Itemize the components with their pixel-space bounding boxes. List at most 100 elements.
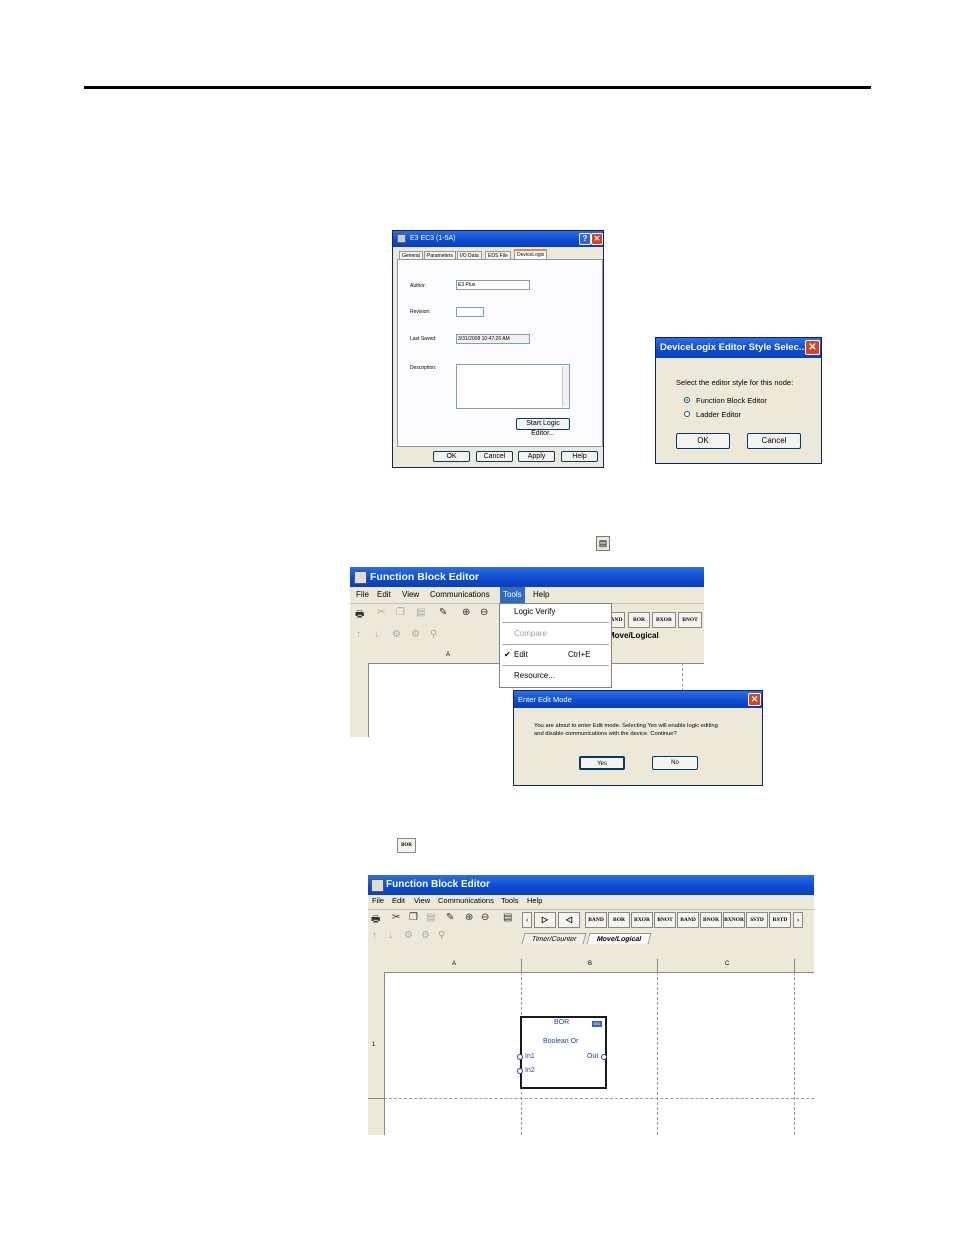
help-button[interactable]: Help [561,451,598,462]
toolbar-band2-button[interactable]: BAND [677,912,699,928]
menu-item-edit[interactable]: Edit [500,650,611,659]
toolbar-bor-button[interactable]: BOR [608,912,630,928]
disable-icon[interactable]: ⚙ [404,930,413,941]
in2-pin[interactable] [517,1068,523,1074]
no-button[interactable]: No [652,756,698,770]
style-cancel-button[interactable]: Cancel [747,433,801,449]
cut-icon[interactable]: ✂ [392,912,400,923]
menu-file[interactable]: File [372,896,384,905]
zoom-out-icon[interactable]: ⊖ [481,912,489,923]
copy-icon[interactable]: ❐ [396,607,405,618]
apply-button[interactable]: Apply [518,451,555,462]
toolbar-bor-button[interactable]: BOR [628,612,650,628]
menu-communications[interactable]: Communications [438,896,494,905]
radio-function-block[interactable] [684,397,690,403]
description-field[interactable] [456,364,570,409]
toolbar-bxor-button[interactable]: BXOR [631,912,653,928]
toolbar-bxor-button[interactable]: BXOR [652,612,676,628]
menu-tools[interactable]: Tools [501,896,519,905]
goto-icon[interactable]: ⚙ [411,629,420,640]
close-icon[interactable]: ✕ [591,233,603,245]
find-icon[interactable]: ⚲ [430,629,437,640]
menu-edit[interactable]: Edit [392,896,405,905]
yes-button[interactable]: Yes [579,756,625,770]
zoom-out-icon[interactable]: ⊖ [480,607,488,618]
menu-edit[interactable]: Edit [377,590,391,599]
edit-mode-title: Enter Edit Mode [514,691,762,708]
menu-communications[interactable]: Communications [430,590,490,599]
tools-dropdown-menu: Logic Verify Compare ✔ Edit Ctrl+E Resou… [499,603,612,688]
paste-icon[interactable]: ▤ [426,912,435,923]
style-ok-button[interactable]: OK [676,433,730,449]
verify-icon[interactable]: ✎ [446,912,454,923]
toolbar-band-button[interactable]: BAND [585,912,607,928]
print-icon[interactable]: 🖶 [371,912,380,929]
dialog-title: E3 EC3 (1-5A) [409,235,456,242]
move-up-icon[interactable]: ↑ [356,629,361,640]
start-logic-editor-button[interactable]: Start Logic Editor... [516,418,570,437]
goto-icon[interactable]: ⚙ [421,930,430,941]
toolbar-bnot-button[interactable]: BNOT [678,612,702,628]
print-icon[interactable]: 🖶 [355,607,364,624]
tab-timer-counter[interactable]: Timer/Counter [521,933,587,944]
tab-move-logical[interactable]: Move/Logical [586,933,652,944]
out-pin[interactable] [601,1054,607,1060]
edit-mode-icon[interactable]: ▤ [503,912,512,923]
menu-item-logic-verify[interactable]: Logic Verify [500,607,611,616]
menu-tools[interactable]: Tools [500,587,525,603]
disable-icon[interactable]: ⚙ [392,629,401,640]
editor2-sheet[interactable]: A B C 1 BOR 001 Boolean Or In1 In2 Out [368,959,814,1135]
grid-line [657,972,658,1135]
editor1-menubar: File Edit View Communications Tools Help [350,587,704,603]
output-tag-icon[interactable]: ◁ [558,912,580,928]
toolbar-sstd-button[interactable]: SSTD [746,912,768,928]
editor1-title: Function Block Editor [370,571,480,583]
menu-item-resource[interactable]: Resource... [500,671,611,680]
chevron-right-icon[interactable]: › [793,912,803,928]
toolbar-bnot-button[interactable]: BNOT [654,912,676,928]
verify-icon[interactable]: ✎ [439,607,447,618]
ok-button[interactable]: OK [433,451,470,462]
in1-pin[interactable] [517,1054,523,1060]
zoom-in-icon[interactable]: ⊕ [465,912,473,923]
menu-help[interactable]: Help [527,896,542,905]
chevron-left-icon[interactable]: ‹ [522,912,532,928]
author-field[interactable]: E3 Plus [456,280,530,290]
menu-view[interactable]: View [414,896,430,905]
menu-file[interactable]: File [356,590,369,599]
cancel-button[interactable]: Cancel [476,451,513,462]
column-a-label: A [452,961,457,967]
tab-move-logical[interactable]: Move/Logical [608,631,659,640]
cut-icon[interactable]: ✂ [377,607,385,618]
style-prompt: Select the editor style for this node: [676,378,794,387]
toolbar-bnor-button[interactable]: BNOR [700,912,722,928]
radio-ladder[interactable] [684,411,690,417]
menu-view[interactable]: View [402,590,419,599]
description-scrollbar[interactable] [562,366,569,407]
option-ladder-label: Ladder Editor [696,410,742,419]
menu-help[interactable]: Help [533,590,549,599]
paste-icon[interactable]: ▤ [416,607,425,618]
column-divider [521,959,522,972]
close-icon[interactable]: ✕ [805,340,820,355]
copy-icon[interactable]: ❐ [409,912,418,923]
find-icon[interactable]: ⚲ [438,930,445,941]
move-down-icon[interactable]: ↓ [374,629,379,640]
close-icon[interactable]: ✕ [748,693,761,706]
move-down-icon[interactable]: ↓ [388,930,393,941]
bor-function-block[interactable]: BOR 001 Boolean Or In1 In2 Out [517,1016,607,1089]
toolbar-rstd-button[interactable]: RSTD [769,912,791,928]
in1-label: In1 [525,1053,535,1060]
help-icon[interactable]: ? [579,233,591,245]
window-app-icon [371,879,384,892]
column-c-label: C [725,961,730,967]
editor2-titlebar: Function Block Editor [368,875,814,895]
revision-field[interactable] [456,307,484,317]
input-tag-icon[interactable]: ▷ [534,912,556,928]
toolbar-bxnor-button[interactable]: BXNOR [723,912,745,928]
author-label: Author: [410,283,427,289]
window-app-icon [397,233,406,243]
zoom-in-icon[interactable]: ⊕ [462,607,470,618]
menu-separator [502,665,609,666]
move-up-icon[interactable]: ↑ [372,930,377,941]
